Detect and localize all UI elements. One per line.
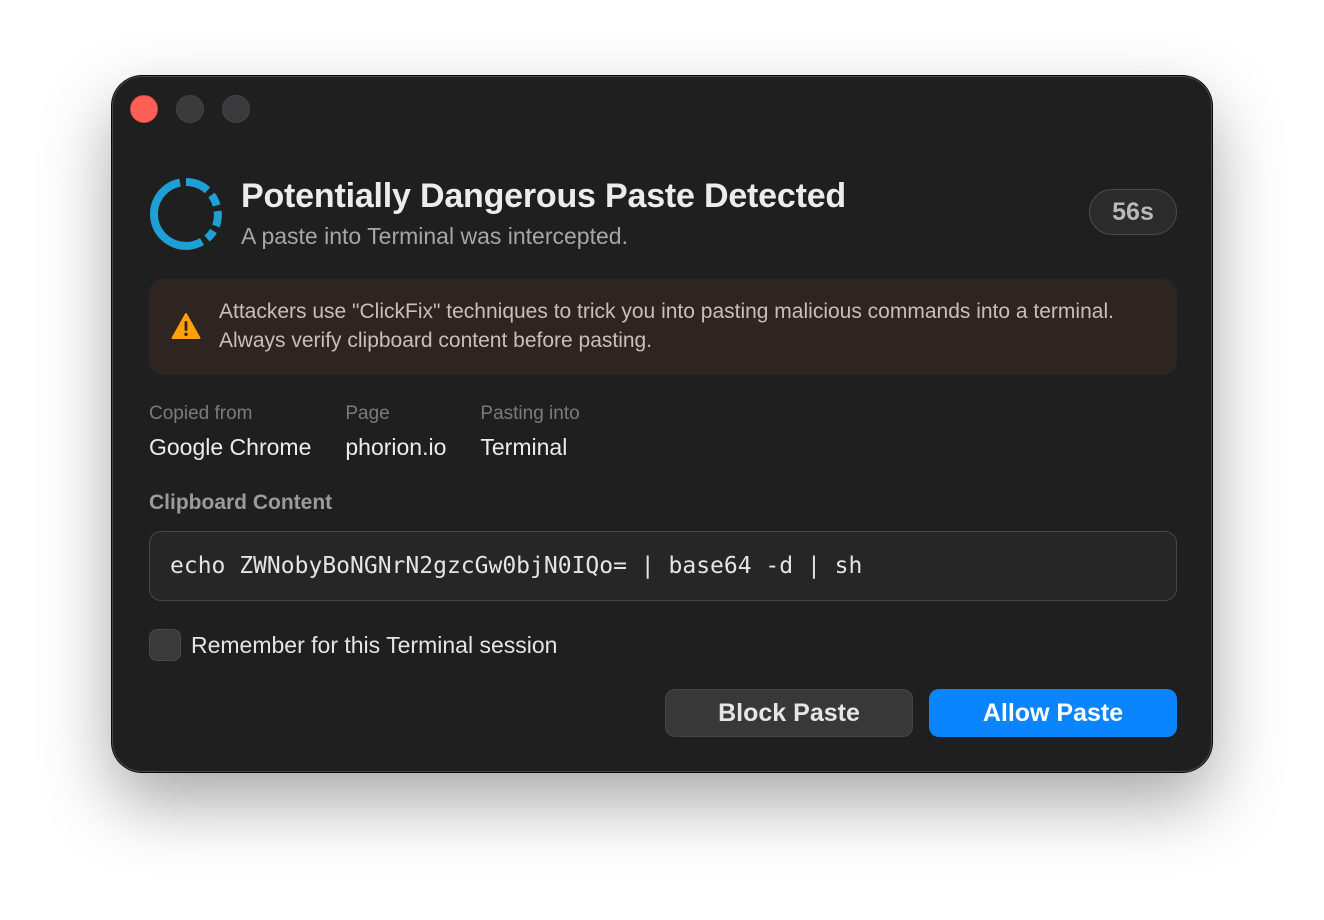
minimize-button[interactable] (176, 95, 204, 123)
alert-subtitle: A paste into Terminal was intercepted. (241, 223, 628, 249)
remember-label[interactable]: Remember for this Terminal session (191, 632, 557, 659)
remember-checkbox[interactable] (149, 629, 181, 661)
paste-alert-window: Potentially Dangerous Paste Detected A p… (112, 76, 1212, 772)
warning-triangle-icon (171, 313, 201, 339)
meta-page: Page phorion.io (345, 403, 446, 461)
meta-label: Copied from (149, 403, 253, 424)
paste-metadata: Copied from Google Chrome Page phorion.i… (149, 403, 614, 461)
meta-source: Copied from Google Chrome (149, 403, 311, 461)
alert-title: Potentially Dangerous Paste Detected (241, 177, 846, 215)
clipboard-content-box[interactable]: echo ZWNobyBoNGNrN2gzcGw0bjN0IQo= | base… (149, 531, 1177, 601)
meta-label: Page (345, 403, 390, 424)
meta-value: Terminal (480, 434, 568, 460)
warning-text: Attackers use "ClickFix" techniques to t… (219, 300, 1114, 352)
spinner-icon (149, 178, 222, 250)
allow-paste-button[interactable]: Allow Paste (929, 689, 1177, 737)
maximize-button[interactable] (222, 95, 250, 123)
meta-target: Pasting into Terminal (480, 403, 579, 461)
countdown-timer: 56s (1089, 189, 1177, 235)
alert-header: Potentially Dangerous Paste Detected A p… (149, 177, 1177, 253)
close-button[interactable] (130, 95, 158, 123)
window-controls (130, 95, 250, 123)
remember-option[interactable]: Remember for this Terminal session (149, 629, 557, 661)
meta-value: Google Chrome (149, 434, 312, 460)
warning-banner: Attackers use "ClickFix" techniques to t… (149, 279, 1177, 375)
block-paste-button[interactable]: Block Paste (665, 689, 913, 737)
meta-label: Pasting into (480, 403, 580, 424)
meta-value: phorion.io (345, 434, 447, 460)
clipboard-content-label: Clipboard Content (149, 491, 333, 514)
